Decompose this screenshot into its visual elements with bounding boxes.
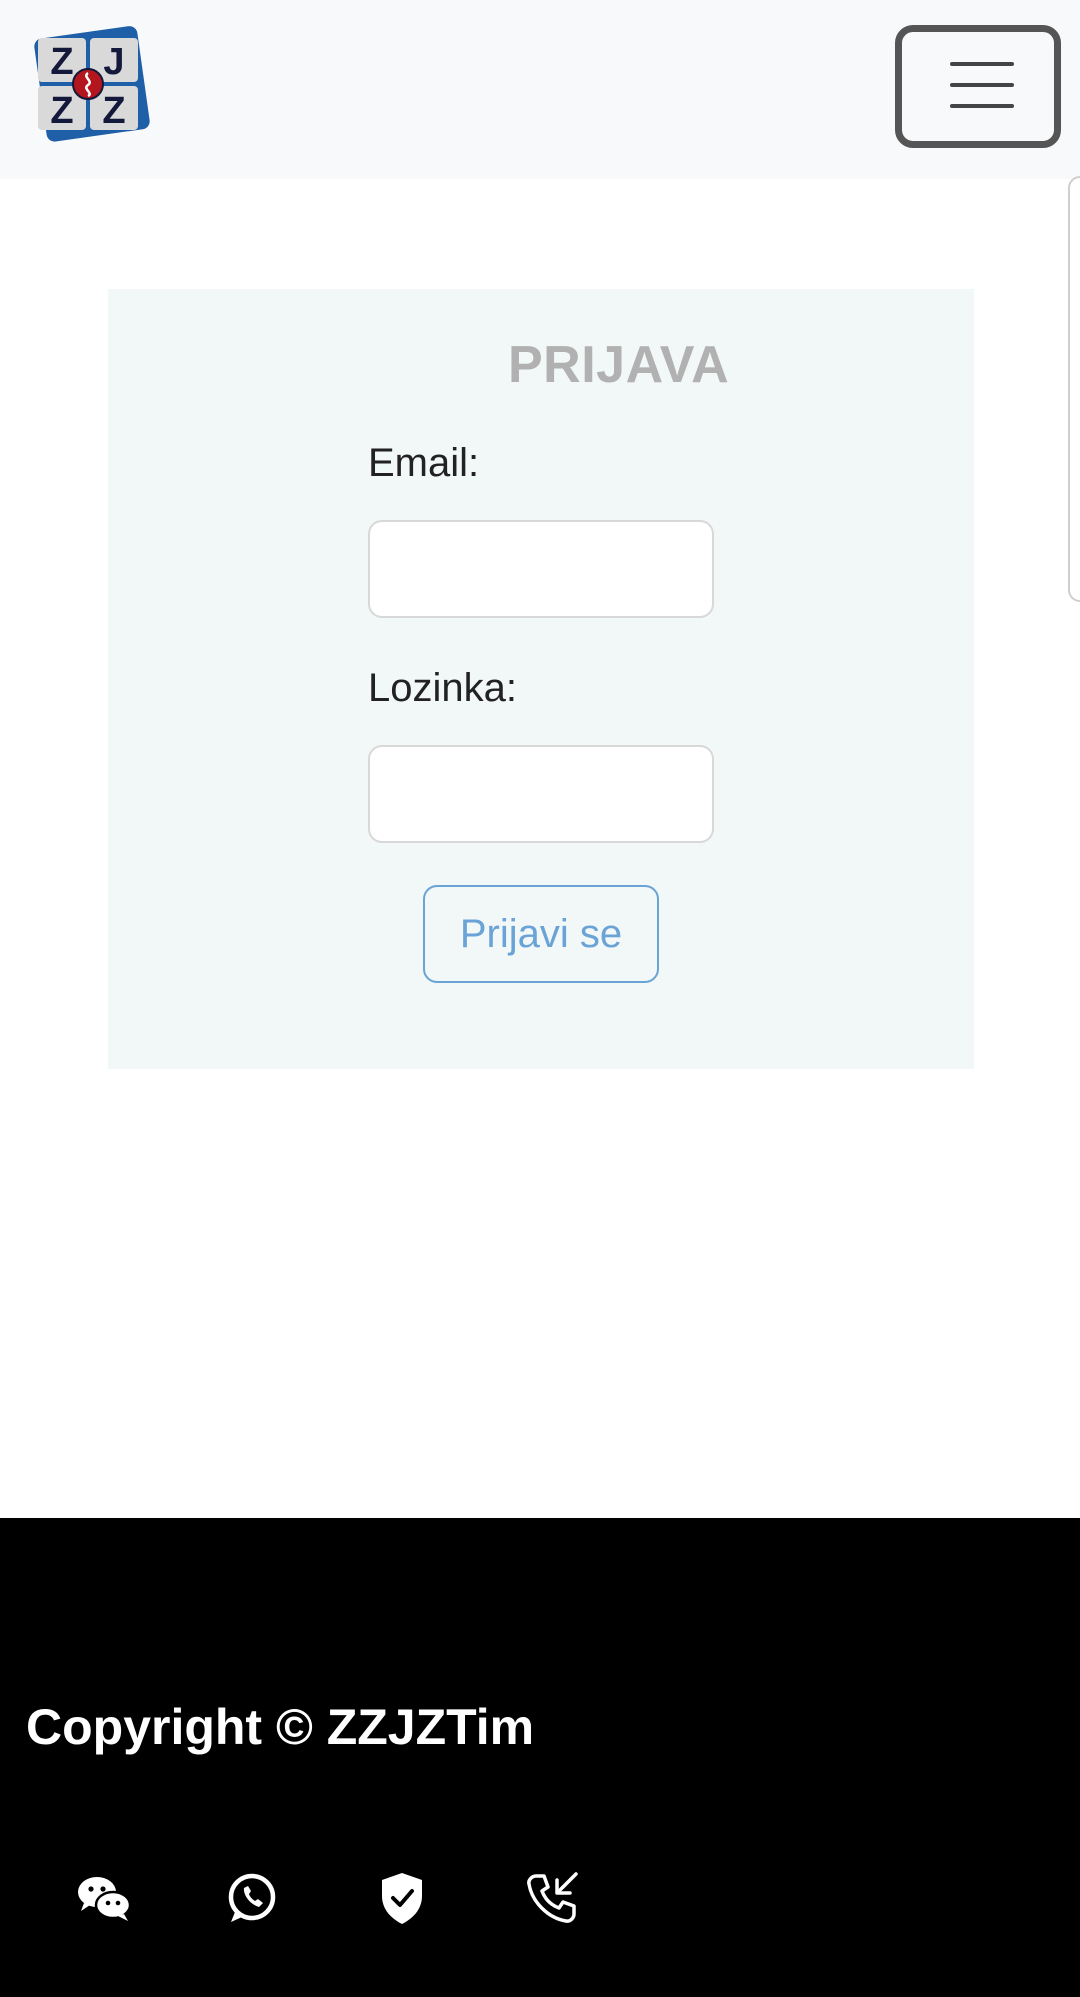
password-field[interactable] [368,745,714,843]
svg-text:Z: Z [102,90,125,132]
navbar: Z J Z Z [0,0,1080,179]
login-button[interactable]: Prijavi se [423,885,659,983]
password-label: Lozinka: [368,666,517,710]
svg-text:Z: Z [50,90,73,132]
phone-incoming-icon[interactable] [522,1868,582,1928]
hamburger-icon [950,62,1014,66]
logo[interactable]: Z J Z Z [30,26,152,148]
menu-toggle-button[interactable] [895,25,1061,148]
login-card: PRIJAVA Email: Lozinka: Prijavi se [108,289,974,1069]
footer: Copyright © ZZJZTim [0,1518,1080,1997]
login-title: PRIJAVA [508,336,730,394]
svg-text:J: J [103,41,124,83]
copyright-text: Copyright © ZZJZTim [26,1699,535,1755]
email-field[interactable] [368,520,714,618]
email-label: Email: [368,441,480,485]
shield-check-icon[interactable] [372,1868,432,1928]
svg-text:Z: Z [50,41,73,83]
wechat-icon[interactable] [74,1868,134,1928]
side-tab[interactable] [1068,176,1080,602]
whatsapp-icon[interactable] [222,1868,282,1928]
